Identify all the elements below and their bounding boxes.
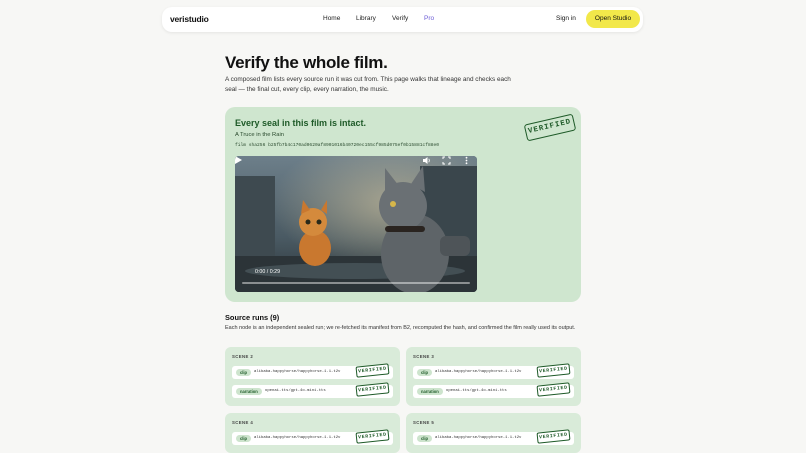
source-runs-title: Source runs (9) [225, 313, 280, 322]
verified-stamp: VERIFIED [355, 363, 390, 378]
nav-pro-link[interactable]: Pro [424, 15, 434, 22]
run-kind-badge: clip [236, 435, 252, 442]
source-run-row[interactable]: clip alibaba-happyhorse/happyhorse-1.1-t… [413, 429, 574, 445]
run-kind-badge: clip [417, 369, 433, 376]
run-kind-badge: clip [236, 369, 252, 376]
verified-stamp: VERIFIED [536, 429, 571, 444]
fullscreen-icon[interactable] [442, 156, 451, 165]
video-progress-bar[interactable] [242, 282, 470, 284]
film-title: A Truce in the Rain [235, 132, 284, 138]
verified-stamp: VERIFIED [536, 363, 571, 378]
open-studio-button[interactable]: Open Studio [586, 10, 640, 28]
run-kind-badge: clip [417, 435, 433, 442]
video-time: 0:00 / 0:29 [255, 269, 281, 275]
source-run-row[interactable]: clip alibaba-happyhorse/happyhorse-1.1-t… [232, 429, 393, 445]
verified-stamp: VERIFIED [523, 113, 577, 142]
scene-card: SCENE 3 clip alibaba-happyhorse/happyhor… [406, 347, 581, 406]
source-run-row[interactable]: narration openai-tts/gpt-4o-mini-tts VER… [232, 382, 393, 398]
run-model: alibaba-happyhorse/happyhorse-1.1-t2v [435, 370, 522, 374]
film-video-player[interactable]: 0:00 / 0:29 [235, 156, 477, 292]
run-kind-badge: narration [236, 388, 262, 395]
source-run-row[interactable]: clip alibaba-happyhorse/happyhorse-1.1-t… [413, 363, 574, 379]
source-run-row[interactable]: clip alibaba-happyhorse/happyhorse-1.1-t… [232, 363, 393, 379]
nav-home-link[interactable]: Home [323, 15, 340, 22]
nav-library-link[interactable]: Library [356, 15, 376, 22]
verified-stamp: VERIFIED [355, 429, 390, 444]
top-nav: veristudio Home Library Verify Pro Sign … [162, 7, 643, 32]
source-run-row[interactable]: narration openai-tts/gpt-4o-mini-tts VER… [413, 382, 574, 398]
logo[interactable]: veristudio [170, 14, 209, 24]
more-options-icon[interactable] [462, 156, 471, 165]
seal-status-card: Every seal in this film is intact. A Tru… [225, 107, 581, 302]
nav-verify-link[interactable]: Verify [392, 15, 408, 22]
scene-label: SCENE 2 [232, 354, 254, 359]
run-model: alibaba-happyhorse/happyhorse-1.1-t2v [435, 436, 522, 440]
run-model: openai-tts/gpt-4o-mini-tts [265, 389, 326, 393]
run-model: openai-tts/gpt-4o-mini-tts [446, 389, 507, 393]
run-model: alibaba-happyhorse/happyhorse-1.1-t2v [254, 370, 341, 374]
scene-label: SCENE 3 [413, 354, 435, 359]
scene-label: SCENE 4 [232, 420, 254, 425]
scene-card: SCENE 4 clip alibaba-happyhorse/happyhor… [225, 413, 400, 453]
run-kind-badge: narration [417, 388, 443, 395]
sign-in-link[interactable]: Sign in [556, 15, 576, 22]
verified-stamp: VERIFIED [536, 382, 571, 397]
scene-card: SCENE 2 clip alibaba-happyhorse/happyhor… [225, 347, 400, 406]
run-model: alibaba-happyhorse/happyhorse-1.1-t2v [254, 436, 341, 440]
page-title: Verify the whole film. [225, 53, 388, 72]
play-icon[interactable] [235, 156, 242, 164]
seal-status-title: Every seal in this film is intact. [235, 118, 367, 128]
scene-card: SCENE 5 clip alibaba-happyhorse/happyhor… [406, 413, 581, 453]
scene-label: SCENE 5 [413, 420, 435, 425]
verified-stamp: VERIFIED [355, 382, 390, 397]
source-runs-description: Each node is an independent sealed run; … [225, 325, 576, 331]
film-hash: film sha256 b25fb7b4c170ad0620af8901016b… [235, 143, 439, 148]
volume-icon[interactable] [422, 156, 431, 165]
page-description: A composed film lists every source run i… [225, 76, 511, 93]
